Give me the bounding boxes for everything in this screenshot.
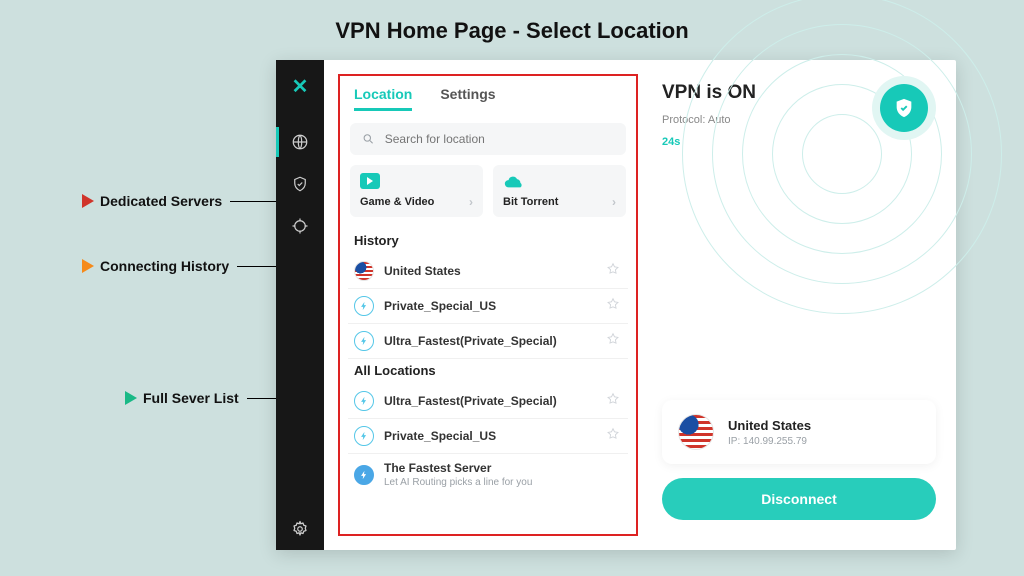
server-row-all[interactable]: Ultra_Fastest(Private_Special)	[348, 384, 628, 419]
connection-card: United States IP: 140.99.255.79	[662, 400, 936, 464]
server-name: Private_Special_US	[384, 299, 596, 313]
connected-ip: IP: 140.99.255.79	[728, 436, 811, 447]
sidebar: ✕	[276, 60, 324, 550]
bolt-icon	[354, 465, 374, 485]
cloud-download-icon	[503, 173, 523, 189]
search-icon	[362, 132, 375, 146]
favorite-star-icon[interactable]	[606, 427, 622, 446]
chevron-right-icon: ›	[612, 195, 616, 209]
favorite-star-icon[interactable]	[606, 332, 622, 351]
connected-country: United States	[728, 418, 811, 433]
app-window: ✕ Location Settings	[276, 60, 956, 550]
server-name: United States	[384, 264, 596, 278]
server-sub: Let AI Routing picks a line for you	[384, 477, 622, 488]
sidebar-item-globe[interactable]	[276, 121, 324, 163]
play-icon	[360, 173, 380, 189]
favorite-star-icon[interactable]	[606, 392, 622, 411]
favorite-star-icon[interactable]	[606, 262, 622, 281]
us-flag-icon	[678, 414, 714, 450]
server-name: Ultra_Fastest(Private_Special)	[384, 334, 596, 348]
dedicated-label: Bit Torrent	[503, 196, 558, 208]
server-row-history[interactable]: Private_Special_US	[348, 289, 628, 324]
server-row-history[interactable]: United States	[348, 254, 628, 289]
search-input[interactable]	[385, 132, 614, 146]
disconnect-button[interactable]: Disconnect	[662, 478, 936, 520]
bolt-icon	[354, 331, 374, 351]
dedicated-servers: Game & Video › Bit Torrent ›	[350, 165, 626, 217]
sidebar-item-settings[interactable]	[276, 508, 324, 550]
tabs: Location Settings	[348, 86, 628, 119]
bolt-icon	[354, 426, 374, 446]
app-logo: ✕	[292, 74, 309, 99]
server-name: Ultra_Fastest(Private_Special)	[384, 394, 596, 408]
dedicated-bit-torrent[interactable]: Bit Torrent ›	[493, 165, 626, 217]
section-all-title: All Locations	[354, 363, 622, 378]
tab-settings[interactable]: Settings	[440, 86, 495, 111]
bolt-icon	[354, 391, 374, 411]
shield-badge	[880, 84, 928, 132]
search-bar[interactable]	[350, 123, 626, 155]
dedicated-game-video[interactable]: Game & Video ›	[350, 165, 483, 217]
server-name: Private_Special_US	[384, 429, 596, 443]
bolt-icon	[354, 296, 374, 316]
server-row-history[interactable]: Ultra_Fastest(Private_Special)	[348, 324, 628, 359]
gear-icon	[291, 520, 309, 538]
chevron-right-icon: ›	[469, 195, 473, 209]
decorative-rings	[682, 0, 1002, 314]
server-row-fastest[interactable]: The Fastest Server Let AI Routing picks …	[348, 454, 628, 495]
section-history-title: History	[354, 233, 622, 248]
shield-icon	[893, 97, 915, 119]
favorite-star-icon[interactable]	[606, 297, 622, 316]
server-row-all[interactable]: Private_Special_US	[348, 419, 628, 454]
crosshair-icon	[291, 217, 309, 235]
us-flag-icon	[354, 261, 374, 281]
shield-check-icon	[291, 175, 309, 193]
status-panel: VPN is ON Protocol: Auto 24s United Stat…	[652, 74, 942, 536]
location-panel: Location Settings Game & Video › Bit Torr…	[338, 74, 638, 536]
server-name: The Fastest Server Let AI Routing picks …	[384, 461, 622, 488]
tab-location[interactable]: Location	[354, 86, 412, 111]
sidebar-item-shield[interactable]	[276, 163, 324, 205]
globe-icon	[291, 133, 309, 151]
sidebar-item-target[interactable]	[276, 205, 324, 247]
dedicated-label: Game & Video	[360, 196, 434, 208]
